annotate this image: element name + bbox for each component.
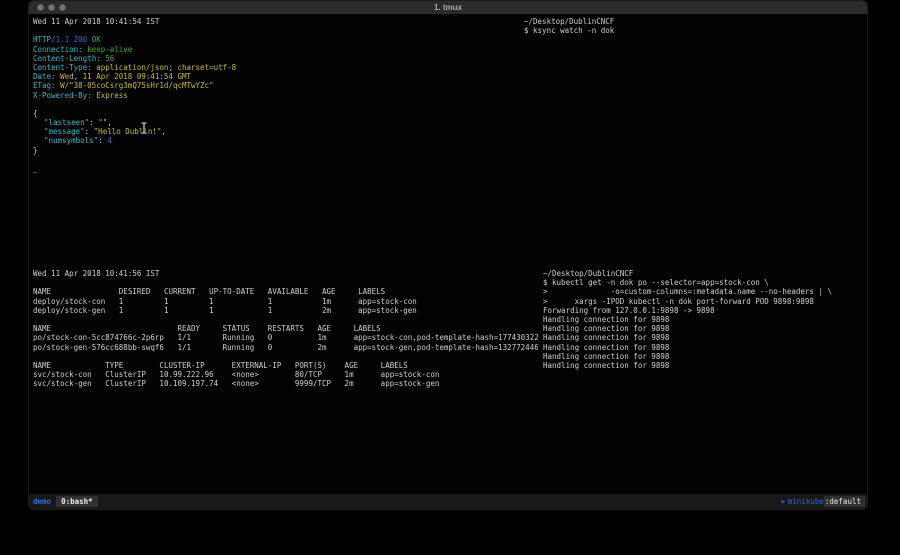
status-right: ⎈ minikube :default xyxy=(780,496,867,507)
kube-context: minikube xyxy=(788,497,824,506)
pane-ksync[interactable]: ~/Desktop/DublinCNCF $ ksync watch -n do… xyxy=(520,14,867,264)
http-header: Connection:keep-alive xyxy=(33,45,518,54)
port-forward-output: $ kubectl get -n dok po --selector=app=s… xyxy=(543,278,867,370)
services-table: NAME TYPE CLUSTER-IP EXTERNAL-IP PORT(S)… xyxy=(33,361,538,389)
http-status-line: HTTP/1.1 200 OK xyxy=(33,35,518,44)
cwd: ~/Desktop/DublinCNCF xyxy=(543,269,867,278)
http-protocol: HTTP xyxy=(33,35,51,44)
traffic-lights xyxy=(37,4,66,11)
window-title: 1. tmux xyxy=(29,1,867,14)
http-header: X-Powered-By:Express xyxy=(33,91,518,100)
cwd: ~/Desktop/DublinCNCF xyxy=(524,17,867,26)
json-open-brace: { xyxy=(33,109,518,118)
minimize-button[interactable] xyxy=(48,4,55,11)
pane-port-forward[interactable]: ~/Desktop/DublinCNCF $ kubectl get -n do… xyxy=(539,266,867,494)
json-field: "numsymbols": 4 xyxy=(33,136,518,145)
session-name: demo xyxy=(29,497,56,506)
command-line: $ ksync watch -n dok xyxy=(524,26,867,35)
timestamp: Wed 11 Apr 2018 10:41:56 IST xyxy=(33,269,538,278)
http-version-status: /1.1 200 xyxy=(51,35,87,44)
terminal-window: 1. tmux Wed 11 Apr 2018 10:41:54 IST HTT… xyxy=(29,1,867,509)
title-bar[interactable]: 1. tmux xyxy=(29,1,867,14)
http-status-text: OK xyxy=(92,35,101,44)
deployments-table: NAME DESIRED CURRENT UP-TO-DATE AVAILABL… xyxy=(33,287,538,315)
http-header: Date:Wed, 11 Apr 2018 09:41:54 GMT xyxy=(33,72,518,81)
timestamp: Wed 11 Apr 2018 10:41:54 IST xyxy=(33,17,518,26)
pods-table: NAME READY STATUS RESTARTS AGE LABELS po… xyxy=(33,324,538,352)
window-tab-bash[interactable]: 0:bash* xyxy=(56,496,98,507)
json-field: "lastseen": "", xyxy=(33,118,518,127)
pane-http-response[interactable]: Wed 11 Apr 2018 10:41:54 IST HTTP/1.1 20… xyxy=(29,14,518,264)
json-close-brace: } xyxy=(33,146,518,155)
http-header: Content-Length:56 xyxy=(33,54,518,63)
kube-namespace: :default xyxy=(824,496,865,507)
pane-kubectl-get[interactable]: Wed 11 Apr 2018 10:41:56 IST NAME DESIRE… xyxy=(29,266,538,494)
close-button[interactable] xyxy=(37,4,44,11)
terminal-cursor: _ xyxy=(33,164,518,173)
mouse-ibeam-cursor xyxy=(140,122,148,134)
json-field: "message": "Hello Dublin!", xyxy=(33,127,518,136)
kubernetes-helm-icon: ⎈ xyxy=(780,497,785,506)
http-header: Content-Type:application/json; charset=u… xyxy=(33,63,518,72)
http-header: ETag:W/"38-05coCsrg3mQ75sHr1d/qcMTwYZc" xyxy=(33,81,518,90)
tmux-status-bar: demo 0:bash* ⎈ minikube :default xyxy=(29,494,867,509)
zoom-button[interactable] xyxy=(59,4,66,11)
